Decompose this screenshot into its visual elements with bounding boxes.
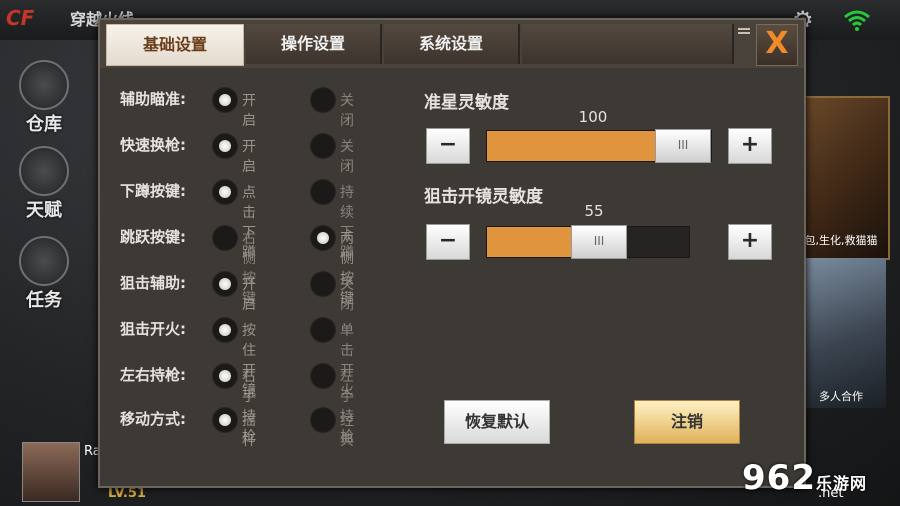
nav-warehouse[interactable]: 仓库 — [14, 60, 74, 136]
radio-option-label[interactable]: 关闭 — [340, 90, 354, 130]
setting-label: 下蹲按键: — [120, 182, 186, 200]
avatar[interactable] — [22, 442, 80, 502]
setting-label: 狙击辅助: — [120, 274, 186, 292]
setting-label: 狙击开火: — [120, 320, 186, 338]
slider-fill — [487, 227, 581, 257]
radio-button[interactable] — [212, 87, 238, 113]
settings-dialog: 基础设置 操作设置 系统设置 X 辅助瞄准: 开启 关闭 快速换枪: 开启 关闭 下蹲按键:… — [98, 18, 806, 488]
slider-thumb[interactable]: III — [571, 225, 627, 259]
radio-option-label[interactable]: 经典 — [340, 410, 354, 450]
missions-icon — [19, 236, 69, 286]
radio-button[interactable] — [310, 179, 336, 205]
close-button[interactable]: X — [756, 24, 798, 66]
menu-lines-icon — [738, 28, 750, 40]
radio-option-label[interactable]: 开启 — [242, 274, 256, 314]
radio-button[interactable] — [212, 179, 238, 205]
radio-button[interactable] — [212, 317, 238, 343]
tab-basic-settings[interactable]: 基础设置 — [106, 24, 244, 66]
radio-option-label[interactable]: 开启 — [242, 90, 256, 130]
warehouse-icon — [19, 60, 69, 110]
nav-label: 天赋 — [26, 200, 62, 221]
tab-control-settings[interactable]: 操作设置 — [246, 24, 382, 64]
nav-missions[interactable]: 任务 — [14, 236, 74, 312]
sniper-sensitivity-slider[interactable]: III — [486, 225, 690, 259]
radio-button[interactable] — [310, 407, 336, 433]
radio-button[interactable] — [310, 363, 336, 389]
radio-option-label[interactable]: 摇杆 — [242, 410, 256, 450]
watermark-number: 962 — [742, 458, 816, 498]
crosshair-sensitivity-value: 100 — [578, 108, 608, 126]
sniper-sensitivity-minus-button[interactable]: − — [426, 224, 470, 260]
logout-button[interactable]: 注销 — [634, 400, 740, 444]
setting-label: 辅助瞄准: — [120, 90, 186, 108]
radio-button[interactable] — [212, 363, 238, 389]
tab-system-settings[interactable]: 系统设置 — [384, 24, 520, 64]
radio-option-label[interactable]: 关闭 — [340, 274, 354, 314]
promo-card-coop-label: 多人合作 — [819, 390, 863, 403]
sniper-sensitivity-plus-button[interactable]: + — [728, 224, 772, 260]
setting-label: 移动方式: — [120, 410, 186, 428]
radio-button[interactable] — [212, 133, 238, 159]
radio-button[interactable] — [310, 133, 336, 159]
radio-button[interactable] — [212, 407, 238, 433]
promo-card-mode-label: 包,生化,救猫猫 — [804, 234, 878, 247]
site-watermark: 962乐游网 — [742, 458, 867, 498]
setting-label: 快速换枪: — [120, 136, 186, 154]
radio-option-label[interactable]: 开启 — [242, 136, 256, 176]
radio-button[interactable] — [212, 225, 238, 251]
watermark-domain: .net — [818, 486, 844, 501]
sniper-sensitivity-value: 55 — [584, 202, 604, 220]
slider-thumb[interactable]: III — [655, 129, 711, 163]
radio-button[interactable] — [310, 87, 336, 113]
crosshair-sensitivity-slider[interactable]: III — [486, 129, 712, 163]
nav-label: 任务 — [26, 290, 62, 311]
reset-default-button[interactable]: 恢复默认 — [444, 400, 550, 444]
side-nav: 仓库 天赋 任务 — [0, 40, 100, 440]
basic-settings-content: 辅助瞄准: 开启 关闭 快速换枪: 开启 关闭 下蹲按键: 点击下蹲 持续下蹲 跳跃按键: 右侧按键… — [100, 68, 804, 486]
slider-fill — [487, 131, 665, 161]
tab-empty — [522, 24, 734, 64]
crosshair-sensitivity-title: 准星灵敏度 — [424, 93, 509, 113]
talent-icon — [19, 146, 69, 196]
radio-option-label[interactable]: 关闭 — [340, 136, 354, 176]
crosshair-sensitivity-plus-button[interactable]: + — [728, 128, 772, 164]
promo-card-coop[interactable] — [796, 258, 886, 408]
setting-label: 跳跃按键: — [120, 228, 186, 246]
radio-button[interactable] — [310, 317, 336, 343]
radio-button[interactable] — [310, 271, 336, 297]
nav-label: 仓库 — [26, 114, 62, 135]
setting-label: 左右持枪: — [120, 366, 186, 384]
nav-talent[interactable]: 天赋 — [14, 146, 74, 222]
crosshair-sensitivity-minus-button[interactable]: − — [426, 128, 470, 164]
wifi-icon — [844, 10, 870, 31]
player-level: LV.51 — [108, 486, 146, 501]
sniper-sensitivity-title: 狙击开镜灵敏度 — [424, 187, 543, 207]
game-logo: CF — [6, 6, 35, 30]
radio-button[interactable] — [310, 225, 336, 251]
radio-button[interactable] — [212, 271, 238, 297]
settings-tabs: 基础设置 操作设置 系统设置 X — [100, 20, 804, 68]
